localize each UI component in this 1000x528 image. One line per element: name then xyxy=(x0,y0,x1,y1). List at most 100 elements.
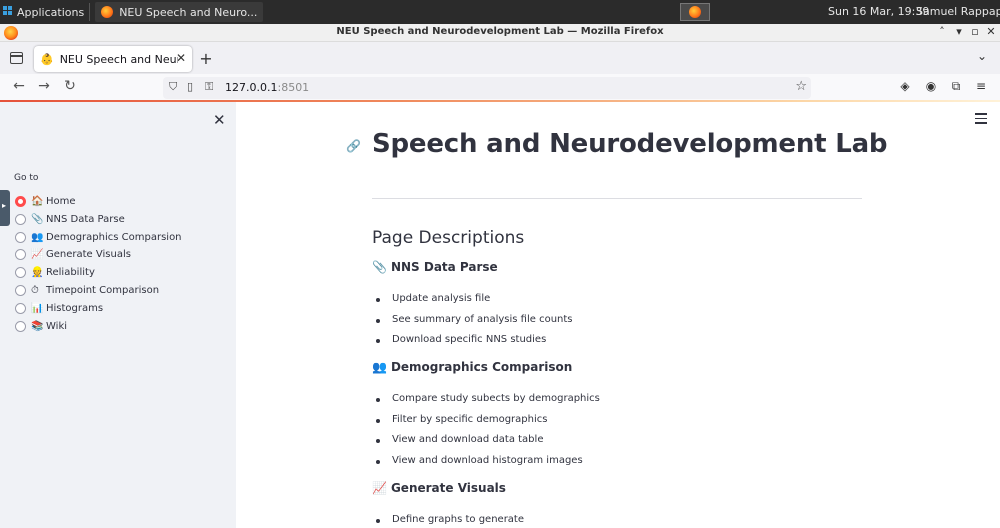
taskbar-window-label: NEU Speech and Neuro... xyxy=(119,5,258,19)
radio-unselected[interactable] xyxy=(15,248,26,260)
taskbar-divider xyxy=(89,3,91,21)
title-divider xyxy=(372,198,862,199)
sidebar-item-nns-data-parse[interactable]: 📎 NNS Data Parse xyxy=(15,211,125,227)
house-icon: 🏠 xyxy=(31,195,44,207)
subsection-heading-demographics: 👥 Demographics Comparison xyxy=(372,360,572,374)
firefox-workspace-icon xyxy=(689,6,701,18)
sidebar-item-label: Home xyxy=(46,195,76,207)
radio-unselected[interactable] xyxy=(15,302,26,314)
sidebar-item-label: NNS Data Parse xyxy=(46,213,125,225)
sidebar-item-histograms[interactable]: 📊 Histograms xyxy=(15,300,103,316)
key-icon[interactable]: ⚿ xyxy=(205,80,213,94)
sidebar-item-label: Reliability xyxy=(46,266,95,278)
url-port: :8501 xyxy=(277,81,310,94)
taskbar-window-button[interactable]: NEU Speech and Neuro... xyxy=(95,2,264,22)
firefox-icon xyxy=(101,6,114,18)
taskbar-clock[interactable]: Sun 16 Mar, 19:39 xyxy=(828,0,929,24)
back-icon[interactable]: ← xyxy=(10,78,28,94)
tab-close-icon[interactable]: ✕ xyxy=(176,51,186,65)
sidebar-item-label: Demographics Comparsion xyxy=(46,231,182,243)
applications-icon xyxy=(3,6,13,18)
list-item: Compare study subects by demographics xyxy=(376,393,600,404)
sidebar-item-timepoint-comparison[interactable]: ⏱ Timepoint Comparison xyxy=(15,282,159,298)
main-content: 🔗 Speech and Neurodevelopment Lab Page D… xyxy=(236,102,1000,528)
window-collapse-icon[interactable]: ˄ xyxy=(935,25,949,38)
paperclip-icon: 📎 xyxy=(372,260,387,274)
worker-icon: 👷 xyxy=(31,266,44,278)
chart-up-icon: 📈 xyxy=(31,248,44,260)
applications-label: Applications xyxy=(17,5,85,19)
list-item: Filter by specific demographics xyxy=(375,414,548,425)
reload-icon[interactable]: ↻ xyxy=(61,78,79,94)
radio-unselected[interactable] xyxy=(15,231,26,243)
section-heading: Page Descriptions xyxy=(372,228,525,248)
list-item: Define graphs to generate xyxy=(375,514,525,525)
url-host: 127.0.0.1 xyxy=(225,81,278,94)
list-item: View and download data table xyxy=(375,434,544,445)
radio-selected[interactable] xyxy=(15,195,26,207)
navigation-bar: ← → ↻ ⛉ ▯ ⚿ 127.0.0.1:8501 ☆ ◈ ◉ ⧉ ≡ xyxy=(0,74,1000,101)
sidebar: ✕ Go to 🏠 Home 📎 NNS Data Parse 👥 Demogr… xyxy=(0,102,236,528)
chart-up-icon: 📈 xyxy=(372,481,387,495)
radio-unselected[interactable] xyxy=(15,266,26,278)
page-title: Speech and Neurodevelopment Lab xyxy=(372,129,888,159)
app-menu-icon[interactable]: ≡ xyxy=(973,79,989,93)
hamburger-menu-icon[interactable] xyxy=(975,113,987,124)
window-title: NEU Speech and Neurodevelopment Lab — Mo… xyxy=(336,26,664,37)
list-item: Update analysis file xyxy=(375,293,491,304)
bar-chart-icon: 📊 xyxy=(31,302,44,314)
list-item: View and download histogram images xyxy=(376,455,583,466)
sidebar-item-label: Histograms xyxy=(46,302,104,314)
chevron-down-icon[interactable]: ⌄ xyxy=(977,49,987,63)
subsection-title: Demographics Comparison xyxy=(390,360,573,374)
anchor-link-icon[interactable]: 🔗 xyxy=(346,139,361,153)
browser-tab[interactable]: 👶 NEU Speech and Neurodevelopment Lab ✕ xyxy=(34,46,192,72)
pocket-icon[interactable]: ◈ xyxy=(897,79,913,93)
books-icon: 📚 xyxy=(31,320,44,332)
screen-edge-handle[interactable] xyxy=(0,190,10,226)
sidebar-item-reliability[interactable]: 👷 Reliability xyxy=(15,264,95,280)
people-icon: 👥 xyxy=(372,360,387,374)
people-icon: 👥 xyxy=(31,231,44,243)
radio-unselected[interactable] xyxy=(15,284,26,296)
tab-list-icon[interactable] xyxy=(8,50,24,64)
url-bar[interactable]: ⛉ ▯ ⚿ 127.0.0.1:8501 ☆ xyxy=(163,77,811,99)
sidebar-item-generate-visuals[interactable]: 📈 Generate Visuals xyxy=(15,246,131,262)
list-item: Download specific NNS studies xyxy=(375,334,547,345)
paperclip-icon: 📎 xyxy=(31,213,44,225)
sidebar-goto-label: Go to xyxy=(14,173,39,183)
radio-unselected[interactable] xyxy=(15,213,26,225)
shield-icon[interactable]: ⛉ xyxy=(169,80,177,94)
workspace-switcher[interactable] xyxy=(680,3,710,21)
sidebar-item-label: Generate Visuals xyxy=(46,248,131,260)
window-titlebar: NEU Speech and Neurodevelopment Lab — Mo… xyxy=(0,24,1000,42)
bookmark-star-icon[interactable]: ☆ xyxy=(795,79,807,94)
sidebar-item-demographics[interactable]: 👥 Demographics Comparsion xyxy=(15,229,182,245)
subsection-heading-visuals: 📈 Generate Visuals xyxy=(372,481,506,495)
os-taskbar: Applications NEU Speech and Neuro... Sun… xyxy=(0,0,1000,24)
sidebar-close-icon[interactable]: ✕ xyxy=(213,111,226,129)
extensions-icon[interactable]: ⧉ xyxy=(948,79,964,94)
page-icon[interactable]: ▯ xyxy=(187,80,193,93)
window-maximize-icon[interactable]: ▫ xyxy=(968,25,982,38)
stopwatch-icon: ⏱ xyxy=(31,284,39,296)
forward-icon[interactable]: → xyxy=(35,78,53,94)
radio-unselected[interactable] xyxy=(15,320,26,332)
sidebar-item-home[interactable]: 🏠 Home xyxy=(15,193,76,209)
window-minimize-icon[interactable]: ▾ xyxy=(952,25,966,38)
tab-favicon-icon: 👶 xyxy=(40,52,54,66)
url-text[interactable]: 127.0.0.1:8501 xyxy=(225,81,309,94)
applications-menu[interactable]: Applications xyxy=(0,0,84,24)
taskbar-user[interactable]: Samuel Rappaport xyxy=(916,0,1000,24)
list-item: See summary of analysis file counts xyxy=(376,314,573,325)
subsection-heading-nns: 📎 NNS Data Parse xyxy=(372,260,498,274)
sidebar-item-label: Wiki xyxy=(46,320,68,332)
sidebar-item-wiki[interactable]: 📚 Wiki xyxy=(15,318,67,334)
tab-title: NEU Speech and Neurodevelopment Lab xyxy=(59,52,178,66)
new-tab-icon[interactable]: + xyxy=(198,49,214,68)
account-icon[interactable]: ◉ xyxy=(923,79,939,93)
window-close-icon[interactable]: ✕ xyxy=(984,25,998,38)
tab-strip: 👶 NEU Speech and Neurodevelopment Lab ✕ … xyxy=(0,42,1000,74)
sidebar-item-label: Timepoint Comparison xyxy=(46,284,160,296)
subsection-title: Generate Visuals xyxy=(390,481,506,495)
